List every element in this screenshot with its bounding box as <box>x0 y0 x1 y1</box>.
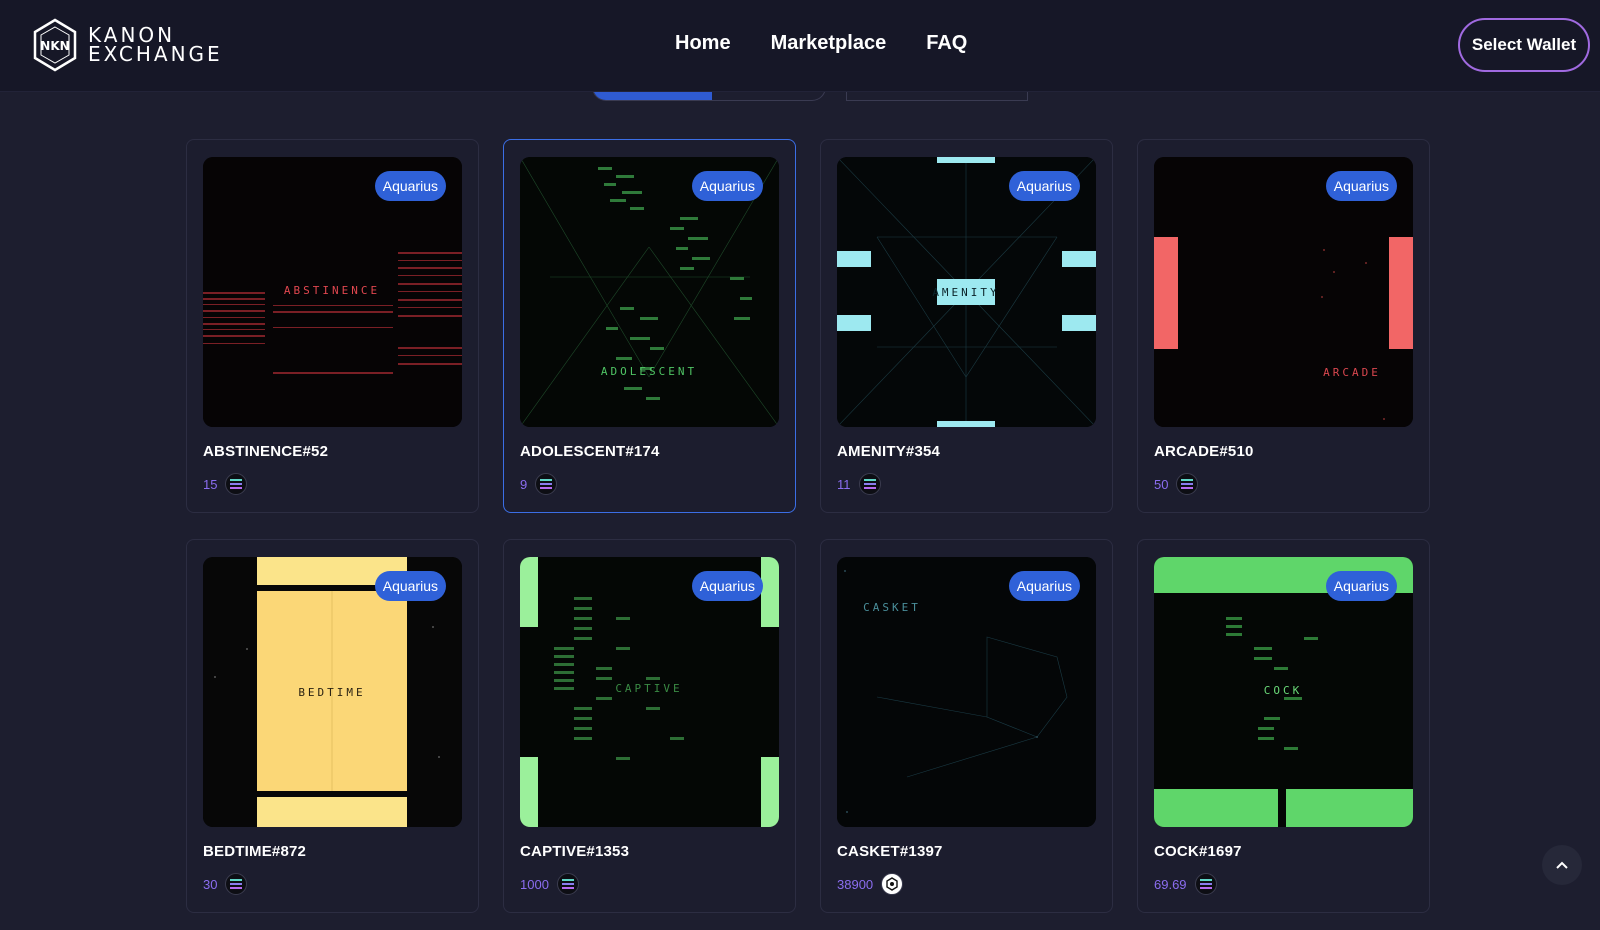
nft-name: ABSTINENCE#52 <box>203 443 329 460</box>
nft-image: BEDTIME Aquarius <box>203 557 462 827</box>
nft-card[interactable]: ABSTINENCE Aquarius ABSTINENCE#52 15 <box>186 139 479 513</box>
nft-image: ADOLESCENT Aquarius <box>520 157 779 427</box>
collection-badge: Aquarius <box>1325 171 1397 201</box>
nft-name: CASKET#1397 <box>837 843 943 860</box>
nft-image: CAPTIVE Aquarius <box>520 557 779 827</box>
svg-text:NKN: NKN <box>40 39 69 53</box>
solana-icon <box>556 873 579 895</box>
solana-icon <box>858 473 881 495</box>
scroll-to-top-button[interactable] <box>1542 845 1582 885</box>
nft-card[interactable]: BEDTIME Aquarius BEDTIME#872 30 <box>186 539 479 913</box>
price-row: 38900 <box>837 873 904 895</box>
nft-price: 11 <box>837 476 851 492</box>
kanon-logo-icon: NKN <box>33 18 77 72</box>
nft-price: 38900 <box>837 876 874 892</box>
nft-image: ABSTINENCE Aquarius <box>203 157 462 427</box>
art-caption: BEDTIME <box>298 686 365 699</box>
nav-faq-link[interactable]: FAQ <box>926 32 967 55</box>
kanon-token-icon <box>881 873 904 895</box>
nft-name: CAPTIVE#1353 <box>520 843 630 860</box>
price-row: 1000 <box>520 873 579 895</box>
nft-name: COCK#1697 <box>1154 843 1242 860</box>
nav-marketplace-link[interactable]: Marketplace <box>771 32 887 55</box>
nft-price: 15 <box>203 476 218 492</box>
price-row: 9 <box>520 473 558 495</box>
price-row: 15 <box>203 473 248 495</box>
art-caption: AMENITY <box>932 286 999 299</box>
nft-price: 30 <box>203 876 218 892</box>
nft-card[interactable]: AMENITY Aquarius AMENITY#354 11 <box>820 139 1113 513</box>
collection-badge: Aquarius <box>1325 571 1397 601</box>
collection-badge: Aquarius <box>1008 571 1080 601</box>
top-navbar: NKN KANON EXCHANGE Home Marketplace FAQ … <box>0 0 1600 92</box>
art-caption: ARCADE <box>1323 366 1381 379</box>
nft-name: ARCADE#510 <box>1154 443 1254 460</box>
art-caption: CASKET <box>863 601 921 614</box>
chevron-up-icon <box>1556 861 1568 869</box>
nft-image: COCK Aquarius <box>1154 557 1413 827</box>
brand-logo[interactable]: NKN KANON EXCHANGE <box>32 18 223 72</box>
nav-home-link[interactable]: Home <box>675 32 731 55</box>
brand-line-2: EXCHANGE <box>88 42 223 66</box>
nft-image: ARCADE Aquarius <box>1154 157 1413 427</box>
price-row: 30 <box>203 873 248 895</box>
select-wallet-button[interactable]: Select Wallet <box>1458 18 1590 72</box>
art-caption: ABSTINENCE <box>284 284 380 297</box>
nft-card[interactable]: CAPTIVE Aquarius CAPTIVE#1353 1000 <box>503 539 796 913</box>
collection-badge: Aquarius <box>374 171 446 201</box>
solana-icon <box>225 873 248 895</box>
brand-wordmark: KANON EXCHANGE <box>88 25 223 66</box>
nft-image: CASKET Aquarius <box>837 557 1096 827</box>
nft-card[interactable]: CASKET Aquarius CASKET#1397 38900 <box>820 539 1113 913</box>
price-row: 69.69 <box>1154 873 1217 895</box>
price-row: 11 <box>837 473 881 495</box>
solana-icon <box>225 473 248 495</box>
solana-icon <box>1194 873 1217 895</box>
nft-card[interactable]: ADOLESCENT Aquarius ADOLESCENT#174 9 <box>503 139 796 513</box>
art-caption: ADOLESCENT <box>601 365 697 378</box>
nft-name: BEDTIME#872 <box>203 843 307 860</box>
nft-price: 50 <box>1154 476 1169 492</box>
nft-card[interactable]: ARCADE Aquarius ARCADE#510 50 <box>1137 139 1430 513</box>
nft-name: ADOLESCENT#174 <box>520 443 660 460</box>
solana-icon <box>535 473 558 495</box>
collection-badge: Aquarius <box>691 571 763 601</box>
nft-image: AMENITY Aquarius <box>837 157 1096 427</box>
collection-badge: Aquarius <box>691 171 763 201</box>
main-nav: Home Marketplace FAQ <box>675 32 1007 55</box>
art-caption: CAPTIVE <box>615 682 682 695</box>
solana-icon <box>1176 473 1199 495</box>
nft-price: 9 <box>520 476 528 492</box>
nft-price: 1000 <box>520 876 549 892</box>
nft-price: 69.69 <box>1154 876 1187 892</box>
nft-name: AMENITY#354 <box>837 443 941 460</box>
price-row: 50 <box>1154 473 1199 495</box>
collection-badge: Aquarius <box>1008 171 1080 201</box>
nft-card[interactable]: COCK Aquarius COCK#1697 69.69 <box>1137 539 1430 913</box>
art-caption: COCK <box>1264 684 1303 697</box>
collection-badge: Aquarius <box>374 571 446 601</box>
